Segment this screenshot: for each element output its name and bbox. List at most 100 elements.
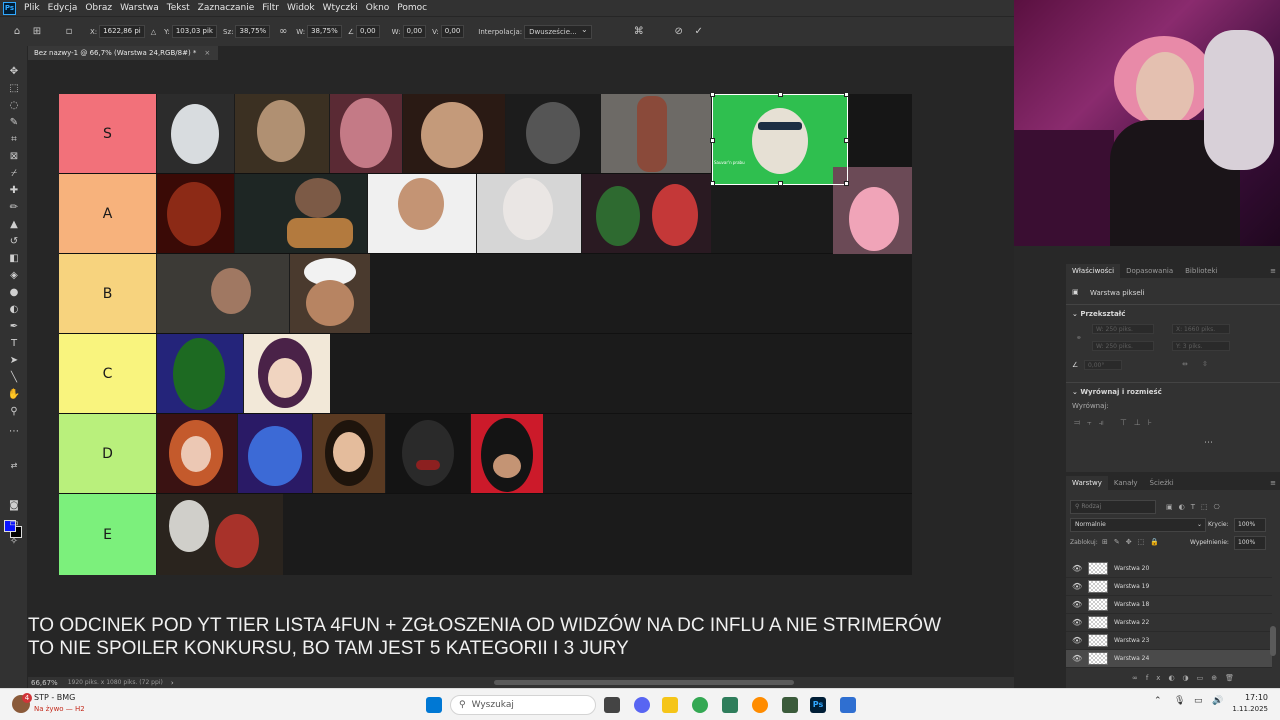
taskbar-search[interactable]: ⚲ Wyszukaj: [450, 695, 596, 715]
menu-view[interactable]: Widok: [283, 3, 319, 13]
swap-colors-icon[interactable]: ⇄: [6, 458, 22, 472]
microphone-icon[interactable]: 🎙: [1174, 696, 1185, 706]
brush-tool-icon[interactable]: ✏: [6, 200, 22, 214]
healing-tool-icon[interactable]: ✚: [6, 183, 22, 197]
triangle-icon[interactable]: △: [151, 28, 156, 36]
layer-row-selected[interactable]: 👁 Warstwa 24: [1066, 650, 1272, 668]
y-field[interactable]: 103,03 pik: [171, 25, 217, 38]
tier-image[interactable]: [157, 174, 234, 253]
menu-window[interactable]: Okno: [362, 3, 394, 13]
commit-transform-icon[interactable]: ✓: [692, 25, 706, 39]
layer-filter-input[interactable]: ⚲ Rodzaj: [1070, 500, 1156, 514]
tier-image[interactable]: [477, 174, 581, 253]
visibility-eye-icon[interactable]: 👁: [1072, 600, 1082, 609]
task-view-icon[interactable]: [604, 697, 620, 713]
crop-tool-icon[interactable]: ⌗: [6, 132, 22, 146]
app-icon[interactable]: [722, 697, 738, 713]
app-icon[interactable]: [782, 697, 798, 713]
tier-image[interactable]: [386, 414, 470, 493]
tier-image[interactable]: [506, 94, 600, 173]
screen-mode-icon[interactable]: ▭: [6, 516, 22, 530]
chrome-icon[interactable]: [692, 697, 708, 713]
zoom-tool-icon[interactable]: ⚲: [6, 404, 22, 418]
tab-channels[interactable]: Kanały: [1108, 479, 1144, 487]
tier-image[interactable]: [582, 174, 711, 253]
close-tab-icon[interactable]: ×: [204, 49, 210, 57]
tier-image[interactable]: [601, 94, 711, 173]
tier-image[interactable]: [403, 94, 505, 173]
tier-image[interactable]: [330, 94, 402, 173]
tab-layers[interactable]: Warstwy: [1066, 476, 1108, 490]
blur-tool-icon[interactable]: ●: [6, 285, 22, 299]
status-menu-chevron-icon[interactable]: ›: [171, 679, 174, 687]
history-brush-tool-icon[interactable]: ↺: [6, 234, 22, 248]
lock-icons[interactable]: ⊞✎✥⬚🔒: [1102, 538, 1165, 546]
opacity-field[interactable]: 100%: [1234, 518, 1266, 532]
document-info[interactable]: 1920 piks. x 1080 piks. (72 ppi): [68, 679, 163, 686]
path-select-tool-icon[interactable]: ➤: [6, 353, 22, 367]
layer-row[interactable]: 👁 Warstwa 23: [1066, 632, 1272, 650]
windows-start-icon[interactable]: [426, 697, 442, 713]
reference-point-icon[interactable]: ▫: [62, 25, 76, 39]
link-dimensions-icon[interactable]: ⚭: [1076, 334, 1082, 342]
frame-tool-icon[interactable]: ⊠: [6, 149, 22, 163]
tier-image[interactable]: [157, 414, 237, 493]
more-tools-icon[interactable]: ⋯: [6, 424, 22, 438]
fill-field[interactable]: 100%: [1234, 536, 1266, 550]
hand-tool-icon[interactable]: ✋: [6, 387, 22, 401]
tab-libraries[interactable]: Biblioteki: [1179, 267, 1223, 275]
move-tool-icon[interactable]: ✥: [6, 64, 22, 78]
cancel-transform-icon[interactable]: ⊘: [672, 25, 686, 39]
type-tool-icon[interactable]: T: [6, 336, 22, 350]
panel-menu-icon[interactable]: ≡: [1270, 267, 1276, 275]
menu-select[interactable]: Zaznaczanie: [194, 3, 259, 13]
transform-handle[interactable]: [844, 181, 849, 186]
transform-handle[interactable]: [778, 92, 783, 97]
menu-filter[interactable]: Filtr: [258, 3, 283, 13]
transform-section-title[interactable]: ⌄ Przekształć: [1072, 310, 1125, 318]
tab-properties[interactable]: Właściwości: [1066, 264, 1121, 278]
snipping-tool-icon[interactable]: [840, 697, 856, 713]
home-icon[interactable]: ⌂: [10, 25, 24, 39]
tier-image[interactable]: [235, 94, 329, 173]
menu-layer[interactable]: Warstwa: [116, 3, 163, 13]
tier-image[interactable]: [244, 334, 330, 413]
warp-icon[interactable]: ⌘: [632, 25, 646, 39]
transform-handle[interactable]: [710, 181, 715, 186]
visibility-eye-icon[interactable]: 👁: [1072, 636, 1082, 645]
discord-icon[interactable]: [634, 697, 650, 713]
height-field[interactable]: 38,75%: [307, 25, 342, 38]
tier-image[interactable]: [157, 494, 283, 575]
menu-file[interactable]: Plik: [20, 3, 44, 13]
layer-filter-icons[interactable]: ▣◐T⬚⎔: [1166, 503, 1226, 511]
file-explorer-icon[interactable]: [662, 697, 678, 713]
interpolation-select[interactable]: Dwuszeście...: [524, 24, 592, 39]
visibility-eye-icon[interactable]: 👁: [1072, 618, 1082, 627]
generative-icon[interactable]: ✧: [6, 534, 22, 548]
transform-handle[interactable]: [710, 138, 715, 143]
horizontal-scrollbar[interactable]: [494, 680, 794, 685]
blend-mode-select[interactable]: Normalnie ⌄: [1070, 518, 1206, 532]
menu-edit[interactable]: Edycja: [44, 3, 82, 13]
tier-image[interactable]: [368, 174, 476, 253]
eyedropper-tool-icon[interactable]: ⌿: [6, 166, 22, 180]
eraser-tool-icon[interactable]: ◧: [6, 251, 22, 265]
quick-select-tool-icon[interactable]: ✎: [6, 115, 22, 129]
transform-handle[interactable]: [710, 92, 715, 97]
marquee-tool-icon[interactable]: ⬚: [6, 81, 22, 95]
menu-plugins[interactable]: Wtyczki: [319, 3, 362, 13]
align-buttons[interactable]: ⫤⫟⫣ ⊤⊥⊦: [1074, 418, 1159, 428]
angle-field[interactable]: 0,00: [356, 25, 380, 38]
tray-overflow-icon[interactable]: ⌃: [1154, 696, 1162, 706]
link-icon[interactable]: ∞: [276, 25, 290, 39]
transform-handle[interactable]: [778, 181, 783, 186]
more-options-icon[interactable]: ⋯: [1204, 438, 1213, 448]
layer-row[interactable]: 👁 Warstwa 20: [1066, 560, 1272, 578]
tier-list-canvas[interactable]: S Sauvar'n prabu A B C D E: [59, 92, 912, 575]
layer-row[interactable]: 👁 Warstwa 22: [1066, 614, 1272, 632]
hskew-field[interactable]: 0,00: [402, 25, 427, 38]
tier-image[interactable]: [235, 174, 367, 253]
stamp-tool-icon[interactable]: ▲: [6, 217, 22, 231]
tier-image[interactable]: [157, 94, 234, 173]
tier-image[interactable]: [313, 414, 385, 493]
